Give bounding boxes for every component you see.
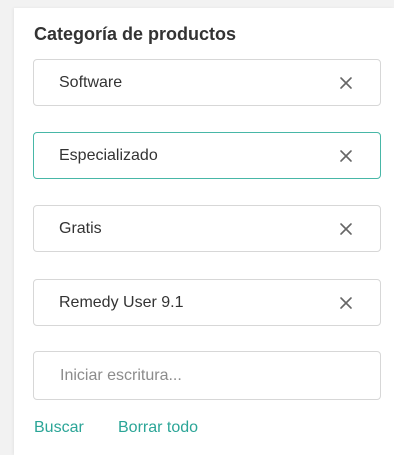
remove-chip-button[interactable] (338, 75, 354, 91)
chip-remedy-user: Remedy User 9.1 (33, 279, 381, 326)
chip-label: Remedy User 9.1 (59, 293, 184, 311)
filter-title: Categoría de productos (34, 24, 237, 44)
chip-label: Especializado (59, 146, 158, 164)
remove-chip-button[interactable] (338, 295, 354, 311)
chip-especializado: Especializado (33, 132, 381, 179)
chip-label: Software (59, 73, 123, 91)
category-search-input[interactable] (33, 351, 381, 400)
close-icon (340, 296, 352, 309)
chip-gratis: Gratis (33, 205, 381, 252)
remove-chip-button[interactable] (338, 221, 354, 237)
close-icon (340, 76, 352, 89)
chip-software: Software (33, 59, 381, 106)
search-link[interactable]: Buscar (34, 419, 84, 437)
clear-all-link[interactable]: Borrar todo (118, 419, 198, 437)
close-icon (340, 222, 352, 235)
remove-chip-button[interactable] (338, 148, 354, 164)
close-icon (340, 149, 352, 162)
chip-label: Gratis (59, 219, 102, 237)
